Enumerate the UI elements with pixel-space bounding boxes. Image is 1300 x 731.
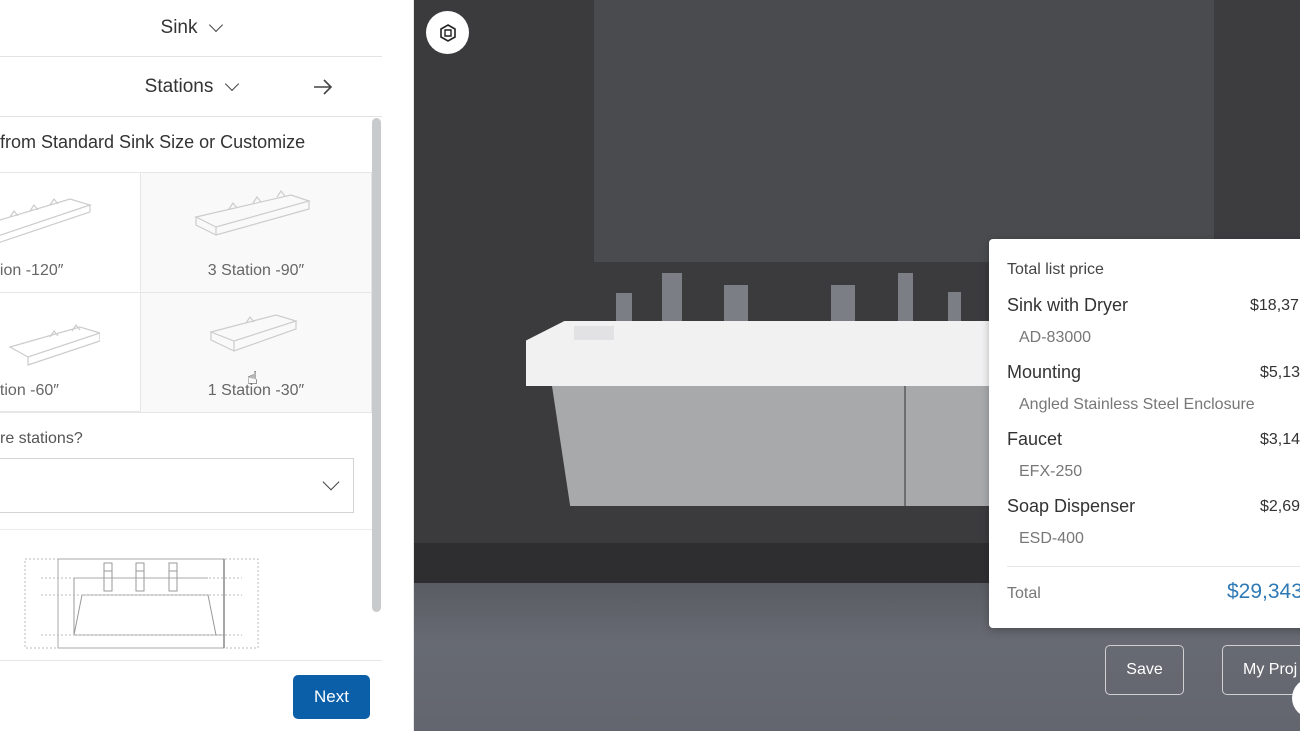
chevron-down-icon: [322, 473, 340, 491]
item-sku: AD-83000: [1019, 329, 1092, 346]
item-name: Faucet: [1007, 429, 1063, 449]
size-option-2-station[interactable]: ation -60″: [0, 293, 141, 413]
back-wall: [594, 0, 1214, 262]
size-option-label: ation -60″: [0, 382, 59, 399]
configurator-panel: Sink Stations from Standard Sink Size or…: [0, 0, 414, 731]
total-value: $29,343: [1227, 580, 1300, 603]
size-option-grid: ation -120″ 3 Station -90″ ation -60″ 1 …: [0, 172, 372, 413]
sink-2-station-icon: [8, 323, 100, 366]
accordion-stations-label: Stations: [144, 75, 214, 97]
price-line-item: Sink with Dryer $18,37 AD-83000: [1007, 295, 1300, 346]
size-option-1-station[interactable]: 1 Station -30″: [141, 293, 372, 413]
dryer-model: [831, 285, 855, 324]
item-price: $5,13: [1260, 364, 1300, 381]
size-option-4-station[interactable]: ation -120″: [0, 173, 141, 293]
price-card-title: Total list price: [1007, 261, 1104, 278]
sink-3-station-icon: [194, 189, 312, 236]
more-stations-question: re stations?: [0, 430, 83, 447]
sink-elevation-diagram: [24, 558, 259, 649]
size-option-label: ation -120″: [0, 262, 64, 279]
item-sku: Angled Stainless Steel Enclosure: [1019, 396, 1255, 413]
total-label: Total: [1007, 585, 1041, 602]
arrow-right-icon[interactable]: [312, 77, 334, 97]
side-wall: [1214, 0, 1300, 260]
accordion-stations[interactable]: Stations: [0, 57, 382, 117]
sink-basin-model: [574, 326, 614, 340]
my-projects-button[interactable]: My Proj: [1222, 645, 1300, 695]
chevron-down-icon: [209, 17, 224, 33]
size-option-label: 3 Station -90″: [207, 262, 305, 279]
soap-dispenser-model: [616, 293, 632, 324]
faucet-model: [662, 273, 682, 324]
sink-4-station-icon: [0, 197, 92, 243]
item-price: $18,37: [1250, 297, 1299, 314]
next-button[interactable]: Next: [293, 675, 370, 719]
save-button[interactable]: Save: [1105, 645, 1184, 695]
item-price: $3,14: [1260, 431, 1300, 448]
divider: [0, 529, 372, 530]
enclosure-model: [552, 386, 1006, 506]
section-title: from Standard Sink Size or Customize: [0, 132, 306, 152]
panel-scrollbar[interactable]: [372, 118, 381, 612]
dryer-model: [724, 285, 748, 324]
accordion-sink[interactable]: Sink: [0, 0, 382, 57]
enclosure-seam: [904, 386, 906, 506]
view-toggle-button[interactable]: [426, 11, 469, 54]
price-line-item: Soap Dispenser $2,69 ESD-400: [1007, 496, 1300, 547]
item-name: Mounting: [1007, 362, 1082, 382]
divider: [1007, 566, 1300, 567]
accordion-sink-label: Sink: [160, 17, 198, 38]
item-sku: ESD-400: [1019, 530, 1084, 547]
3d-cube-icon: [439, 23, 456, 42]
price-summary-card: Total list price Sink with Dryer $18,37 …: [989, 239, 1300, 628]
price-line-item: Mounting $5,13 Angled Stainless Steel En…: [1007, 362, 1300, 413]
hand-cursor-icon: ☝: [247, 368, 258, 388]
item-name: Soap Dispenser: [1007, 496, 1136, 516]
sink-1-station-icon: [209, 314, 299, 352]
divider: [0, 660, 382, 661]
soap-dispenser-model: [948, 292, 961, 324]
price-line-item: Faucet $3,14 EFX-250: [1007, 429, 1300, 480]
item-sku: EFX-250: [1019, 463, 1083, 480]
item-price: $2,69: [1260, 498, 1300, 515]
chevron-down-icon: [225, 76, 240, 91]
faucet-model: [898, 273, 913, 324]
more-stations-select[interactable]: [0, 458, 354, 513]
size-option-3-station[interactable]: 3 Station -90″: [141, 173, 372, 293]
